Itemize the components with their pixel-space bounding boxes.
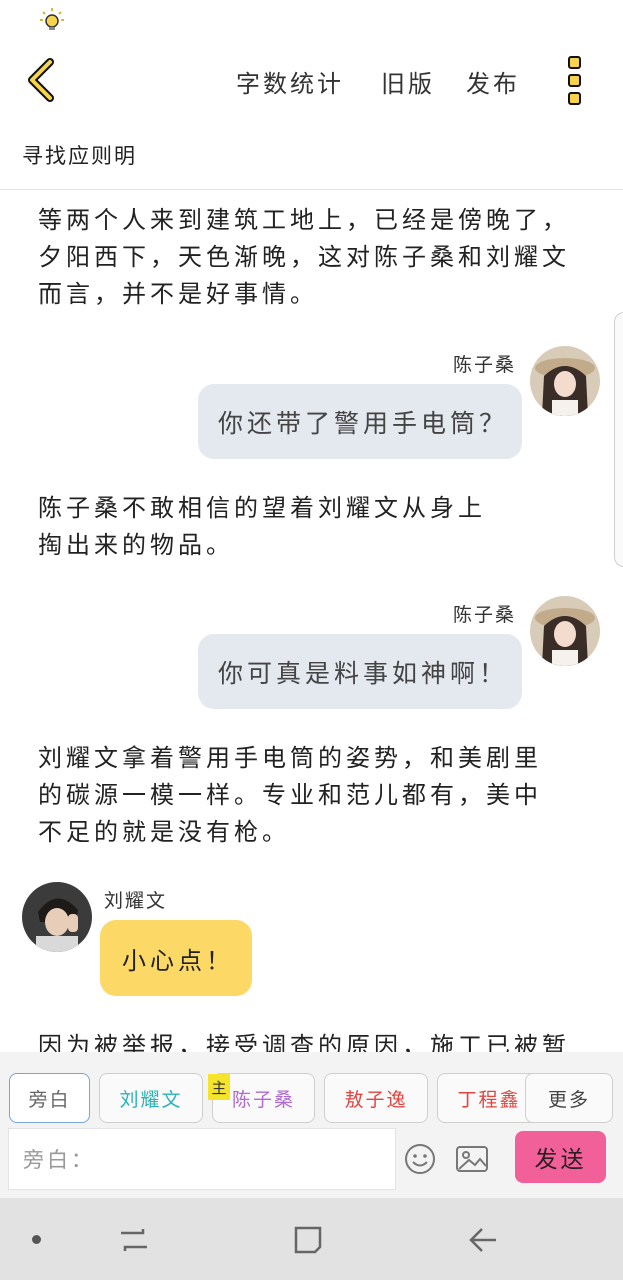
more-icon[interactable]: [560, 52, 588, 108]
speaker-name: 刘耀文: [104, 890, 168, 912]
avatar-chen-zisang[interactable]: [530, 346, 600, 416]
back-arrow-icon: [28, 58, 54, 102]
narration-text: 刘耀文拿着警用手电筒的姿势，和美剧里的碳源一模一样。专业和范儿都有，美中不足的就…: [38, 744, 542, 846]
lightbulb-icon: [40, 8, 64, 32]
nav-home-icon[interactable]: [291, 1223, 325, 1257]
speaker-name: 陈子桑: [453, 604, 517, 626]
dialog-bubble: 你还带了警用手电筒？: [198, 384, 522, 459]
avatar-chen-zisang[interactable]: [530, 596, 600, 666]
nav-recents-icon[interactable]: [117, 1223, 151, 1257]
narration-text: 等两个人来到建筑工地上，已经是傍晚了，夕阳西下，天色渐晚，这对陈子桑和刘耀文而言…: [38, 206, 570, 308]
dialog-bubble: 你可真是料事如神啊！: [198, 634, 522, 709]
dialog-input[interactable]: 旁白：: [8, 1128, 396, 1190]
role-chip-ao-ziyi[interactable]: 敖子逸: [324, 1073, 428, 1123]
image-icon[interactable]: [455, 1142, 489, 1176]
system-nav-bar: [0, 1198, 623, 1280]
old-version-button[interactable]: 旧版: [381, 64, 435, 99]
story-content[interactable]: 等两个人来到建筑工地上，已经是傍晚了，夕阳西下，天色渐晚，这对陈子桑和刘耀文而言…: [0, 190, 623, 1052]
nav-back-icon[interactable]: [466, 1223, 500, 1257]
back-button[interactable]: [18, 52, 66, 108]
edge-panel-handle[interactable]: [614, 312, 623, 567]
main-character-tag: 主: [208, 1074, 230, 1100]
word-count-button[interactable]: 字数统计: [236, 64, 344, 99]
narration-text: 陈子桑不敢相信的望着刘耀文从身上掏出来的物品。: [38, 494, 486, 559]
role-chip-liu-yaowen[interactable]: 刘耀文: [99, 1073, 203, 1123]
top-toolbar: 字数统计 旧版 发布: [0, 40, 623, 120]
avatar-liu-yaowen[interactable]: [22, 882, 92, 952]
role-chip-narrator[interactable]: 旁白: [9, 1073, 90, 1123]
publish-button[interactable]: 发布: [466, 64, 520, 99]
role-chip-more[interactable]: 更多: [525, 1073, 613, 1123]
story-title: 寻找应则明: [22, 144, 137, 168]
nav-dot-indicator: [32, 1235, 41, 1244]
narration-text: 因为被举报，接受调查的原因，施工已被暂: [38, 1032, 570, 1052]
status-bar: [0, 0, 623, 40]
speaker-name: 陈子桑: [453, 354, 517, 376]
emoji-icon[interactable]: [403, 1142, 437, 1176]
send-button[interactable]: 发送: [515, 1131, 606, 1183]
role-input-bar: 旁白 刘耀文 陈子桑 主 敖子逸 丁程鑫 更多 旁白： 发送: [0, 1052, 623, 1198]
dialog-bubble: 小心点！: [100, 920, 252, 996]
